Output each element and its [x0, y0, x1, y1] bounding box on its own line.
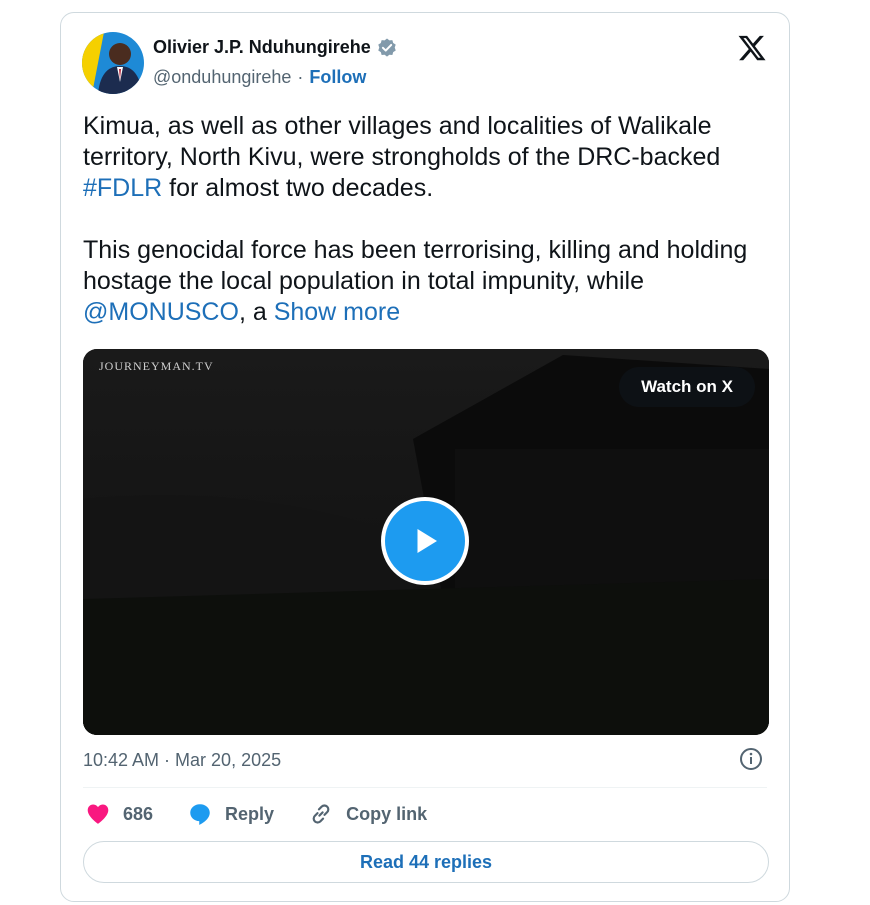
- copy-link-button[interactable]: Copy link: [308, 801, 427, 827]
- read-replies-button[interactable]: Read 44 replies: [83, 841, 769, 883]
- hashtag-link[interactable]: #FDLR: [83, 174, 162, 202]
- reply-label: Reply: [225, 803, 275, 824]
- show-more-link[interactable]: Show more: [274, 298, 400, 326]
- reply-button[interactable]: Reply: [187, 801, 274, 827]
- tweet-text-part2: for almost two decades. This genocidal f…: [83, 174, 748, 295]
- handle-separator: ·: [297, 67, 304, 87]
- author-handle[interactable]: @onduhungirehe: [153, 67, 291, 88]
- watch-on-x-button[interactable]: Watch on X: [619, 367, 755, 407]
- author-handle-row: @onduhungirehe · Follow: [153, 67, 366, 88]
- tweet-text-part3: , a: [238, 298, 274, 326]
- verified-badge-icon: [377, 37, 397, 58]
- video-watermark: Journeyman.tv: [99, 359, 214, 373]
- avatar[interactable]: [82, 32, 144, 94]
- like-count: 686: [123, 803, 154, 824]
- like-button[interactable]: 686: [85, 801, 153, 827]
- tweet-text: Kimua, as well as other villages and loc…: [83, 111, 773, 328]
- heart-icon: [87, 804, 109, 824]
- author-name-row: Olivier J.P. Nduhungirehe: [153, 37, 397, 58]
- divider: [83, 787, 767, 788]
- author-name[interactable]: Olivier J.P. Nduhungirehe: [153, 37, 371, 58]
- tweet-text-part1: Kimua, as well as other villages and loc…: [83, 112, 728, 171]
- copy-link-label: Copy link: [346, 803, 428, 824]
- tweet-timestamp[interactable]: 10:42 AM · Mar 20, 2025: [83, 750, 281, 771]
- mention-link[interactable]: @MONUSCO: [83, 298, 239, 326]
- tweet-embed-card: Olivier J.P. Nduhungirehe @onduhungirehe…: [60, 12, 790, 902]
- follow-button[interactable]: Follow: [309, 67, 366, 88]
- play-button[interactable]: [381, 497, 469, 585]
- x-logo-icon[interactable]: [737, 33, 767, 63]
- link-icon: [312, 804, 330, 824]
- info-icon[interactable]: [739, 747, 763, 771]
- video-player[interactable]: Journeyman.tv Watch on X: [83, 349, 769, 735]
- reply-bubble-icon: [190, 804, 210, 825]
- play-icon: [417, 529, 437, 553]
- action-bar: 686 Reply Copy link: [85, 799, 461, 829]
